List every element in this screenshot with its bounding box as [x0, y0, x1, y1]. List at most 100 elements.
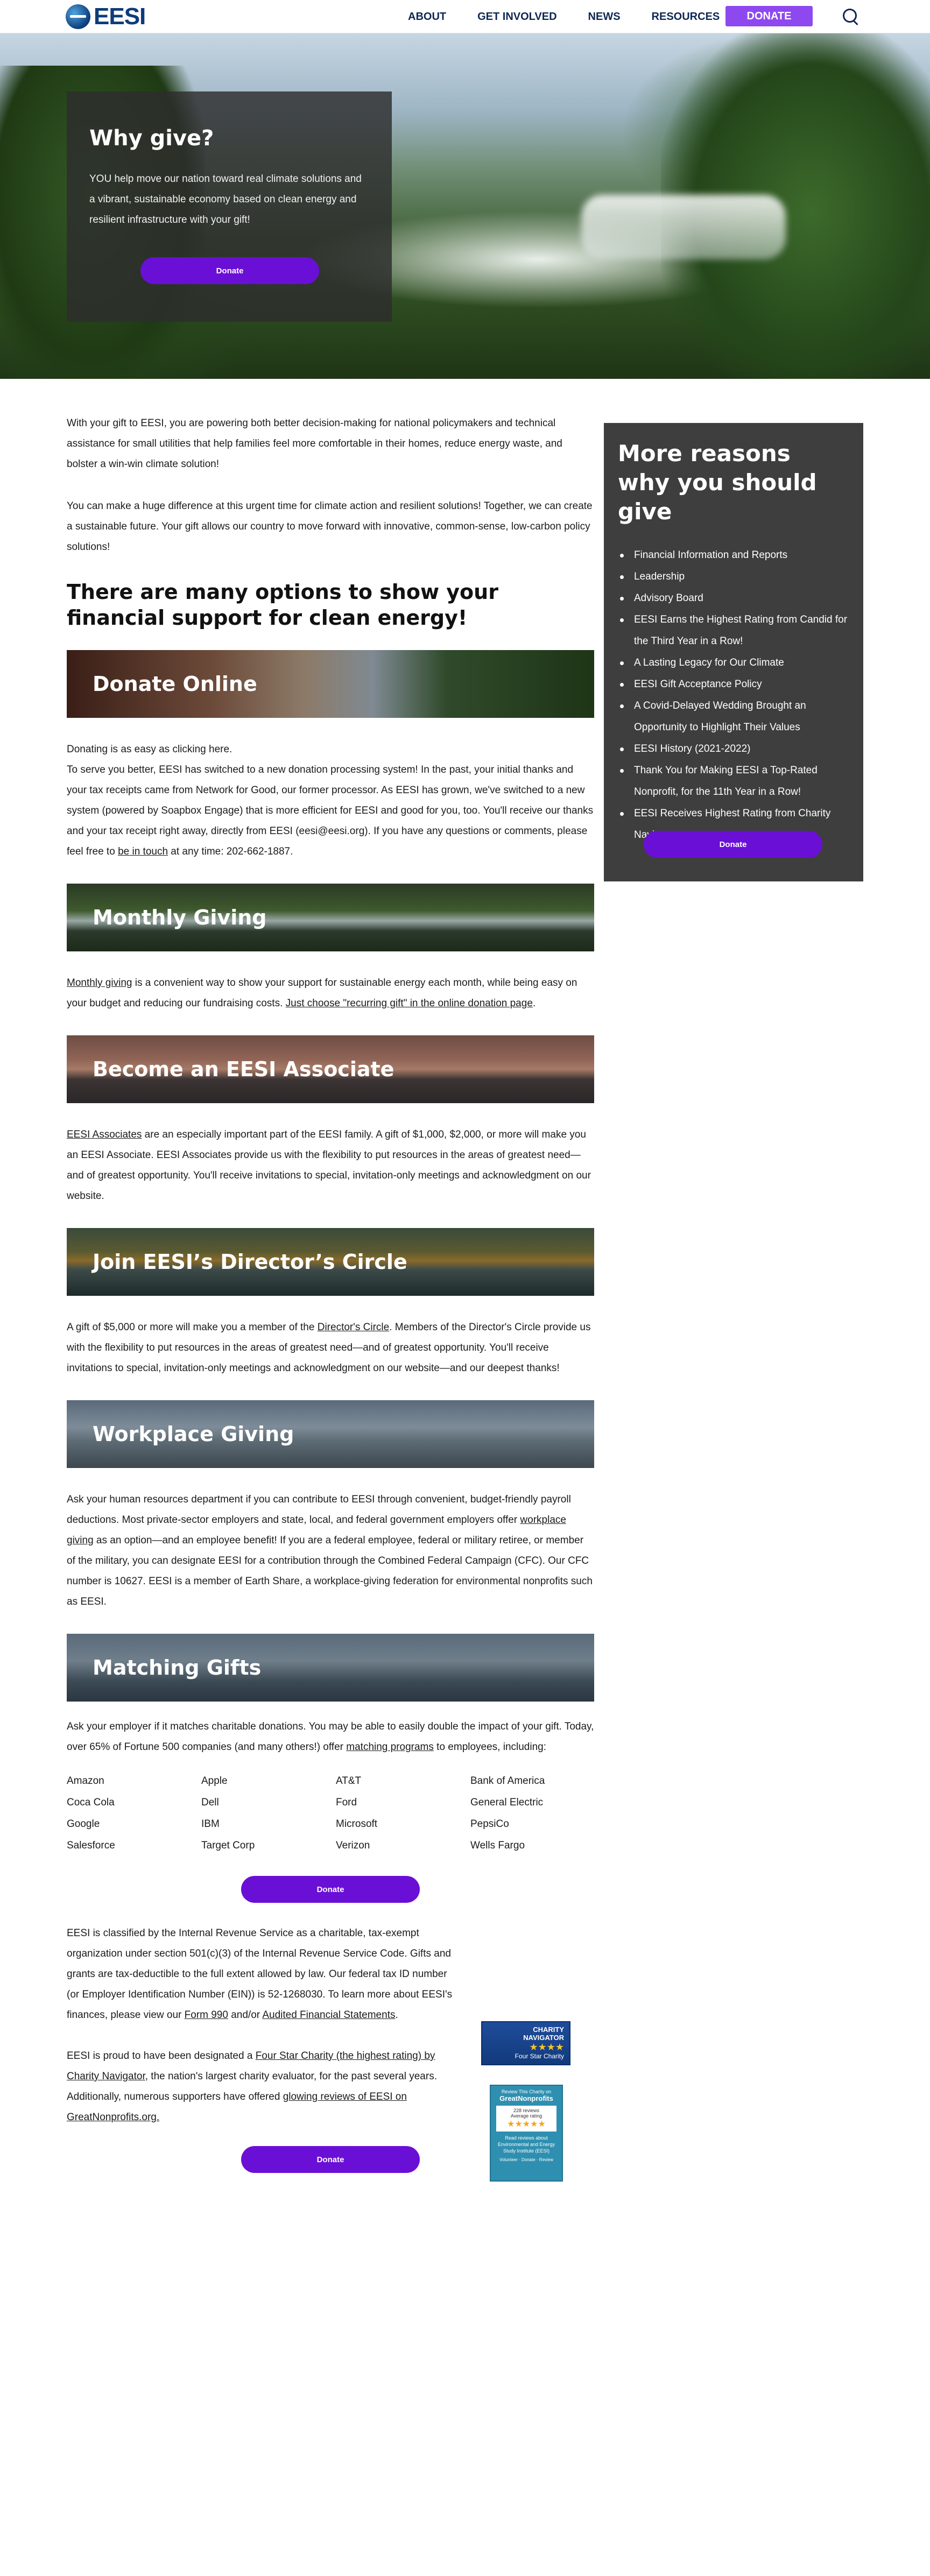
directors-circle-banner: Join EESI’s Director’s Circle: [67, 1228, 594, 1296]
nav-news[interactable]: NEWS: [588, 11, 621, 23]
company-name: Google: [67, 1818, 100, 1830]
main-content: With your gift to EESI, you are powering…: [67, 413, 594, 2173]
sidebar-links: Financial Information and Reports Leader…: [618, 545, 849, 846]
directors-circle-text: A gift of $5,000 or more will make you a…: [67, 1317, 594, 1379]
matching-gifts-title: Matching Gifts: [93, 1656, 262, 1679]
recurring-gift-link[interactable]: Just choose "recurring gift" in the onli…: [286, 998, 533, 1009]
donate-online-lead: Donating is as easy as clicking here.: [67, 744, 232, 755]
site-header: EESI ABOUT GET INVOLVED NEWS RESOURCES D…: [0, 0, 930, 33]
irs-end: .: [395, 2009, 398, 2021]
sidebar-link[interactable]: Thank You for Making EESI a Top-Rated No…: [618, 760, 849, 803]
sidebar-link[interactable]: EESI History (2021-2022): [618, 738, 849, 760]
associate-banner: Become an EESI Associate: [67, 1035, 594, 1103]
matching-programs-link[interactable]: matching programs: [346, 1741, 434, 1753]
associate-text: EESI Associates are an especially import…: [67, 1125, 594, 1206]
nav-about[interactable]: ABOUT: [408, 11, 446, 23]
sidebar-link[interactable]: Advisory Board: [618, 588, 849, 609]
company-name: AT&T: [336, 1775, 362, 1787]
company-name: Verizon: [336, 1840, 370, 1851]
company-name: Salesforce: [67, 1840, 115, 1851]
monthly-giving-link[interactable]: Monthly giving: [67, 977, 132, 989]
cn-stars: ★★★★: [529, 2042, 564, 2052]
gn-rating-box: 228 reviews Average rating ★★★★★: [496, 2106, 556, 2132]
cn-badge-line3: Four Star Charity: [515, 2052, 564, 2060]
matching-gifts-banner: Matching Gifts: [67, 1634, 594, 1702]
cn-badge-line2: NAVIGATOR: [523, 2034, 564, 2042]
irs-mid: and/or: [228, 2009, 263, 2021]
donate-online-banner: Donate Online: [67, 650, 594, 718]
gn-badge-line4: Average rating: [510, 2113, 542, 2119]
hero-card: Why give? YOU help move our nation towar…: [67, 91, 392, 322]
directors-circle-title: Join EESI’s Director’s Circle: [93, 1250, 407, 1274]
irs-text: EESI is classified by the Internal Reven…: [67, 1923, 454, 2025]
workplace-giving-lead: Ask your human resources department if y…: [67, 1494, 571, 1526]
sidebar-link[interactable]: A Covid-Delayed Wedding Brought an Oppor…: [618, 695, 849, 738]
form-990-link[interactable]: Form 990: [185, 2009, 228, 2021]
company-name: Dell: [201, 1797, 219, 1808]
monthly-giving-text: Monthly giving is a convenient way to sh…: [67, 973, 594, 1014]
company-list: Amazon Apple AT&T Bank of America Coca C…: [67, 1770, 594, 1857]
rating-text: EESI is proud to have been designated a …: [67, 2046, 454, 2128]
audited-statements-link[interactable]: Audited Financial Statements: [262, 2009, 395, 2021]
company-name: Coca Cola: [67, 1797, 115, 1808]
charity-navigator-badge[interactable]: CHARITY NAVIGATOR ★★★★ Four Star Charity: [481, 2021, 570, 2065]
sidebar-donate-button[interactable]: Donate: [644, 831, 822, 858]
be-in-touch-link[interactable]: be in touch: [118, 846, 168, 857]
gn-badge-line3: 228 reviews: [513, 2108, 540, 2113]
workplace-giving-text: Ask your human resources department if y…: [67, 1490, 594, 1612]
reasons-sidebar: More reasons why you should give Financi…: [604, 423, 863, 881]
workplace-giving-body: as an option—and an employee benefit! If…: [67, 1535, 593, 1607]
company-name: Target Corp: [201, 1840, 255, 1851]
donate-online-phone: at any time: 202-662-1887.: [168, 846, 293, 857]
options-heading: There are many options to show your fina…: [67, 580, 498, 630]
hero-banner: Why give? YOU help move our nation towar…: [0, 33, 930, 379]
nav-get-involved[interactable]: GET INVOLVED: [477, 11, 556, 23]
great-nonprofits-badge[interactable]: Review This Charity on GreatNonprofits 2…: [490, 2085, 563, 2182]
company-name: IBM: [201, 1818, 220, 1830]
sidebar-link[interactable]: Financial Information and Reports: [618, 545, 849, 566]
monthly-giving-end: .: [532, 998, 536, 1009]
search-icon[interactable]: [842, 8, 860, 26]
directors-circle-lead: A gift of $5,000 or more will make you a…: [67, 1322, 318, 1333]
gn-badge-line2: GreatNonprofits: [499, 2094, 553, 2102]
workplace-giving-title: Workplace Giving: [93, 1422, 294, 1446]
workplace-giving-banner: Workplace Giving: [67, 1400, 594, 1468]
gn-badge-line6: Volunteer · Donate · Review: [499, 2157, 554, 2162]
rating-lead: EESI is proud to have been designated a: [67, 2050, 256, 2062]
globe-logo-icon: [66, 4, 90, 29]
company-name: Ford: [336, 1797, 357, 1808]
gn-stars: ★★★★★: [507, 2120, 546, 2129]
company-name: General Electric: [470, 1797, 544, 1808]
footer-donate-button[interactable]: Donate: [241, 2146, 420, 2173]
gn-badge-line1: Review This Charity on: [501, 2089, 552, 2094]
donate-online-title: Donate Online: [93, 672, 257, 696]
sidebar-link[interactable]: A Lasting Legacy for Our Climate: [618, 652, 849, 674]
monthly-giving-title: Monthly Giving: [93, 906, 267, 929]
sidebar-link[interactable]: Leadership: [618, 566, 849, 588]
intro-paragraph-2: You can make a huge difference at this u…: [67, 500, 593, 553]
sidebar-link[interactable]: EESI Gift Acceptance Policy: [618, 674, 849, 695]
sidebar-link[interactable]: EESI Earns the Highest Rating from Candi…: [618, 609, 849, 652]
sidebar-title: More reasons why you should give: [618, 440, 817, 525]
main-nav: ABOUT GET INVOLVED NEWS RESOURCES: [408, 0, 751, 33]
matching-donate-button[interactable]: Donate: [241, 1876, 420, 1903]
associate-body: are an especially important part of the …: [67, 1129, 591, 1202]
matching-gifts-body: to employees, including:: [433, 1741, 547, 1753]
eesi-logo[interactable]: EESI: [66, 3, 146, 30]
directors-circle-link[interactable]: Director's Circle: [318, 1322, 389, 1333]
company-name: Amazon: [67, 1775, 104, 1787]
irs-body: EESI is classified by the Internal Reven…: [67, 1928, 453, 2021]
eesi-associates-link[interactable]: EESI Associates: [67, 1129, 142, 1140]
logo-text: EESI: [94, 3, 146, 30]
nav-resources[interactable]: RESOURCES: [652, 11, 720, 23]
gn-badge-line5: Read reviews about Environmental and Ene…: [497, 2135, 555, 2154]
company-name: PepsiCo: [470, 1818, 509, 1830]
hero-donate-button[interactable]: Donate: [140, 257, 319, 284]
monthly-giving-banner: Monthly Giving: [67, 884, 594, 951]
hero-text: YOU help move our nation toward real cli…: [89, 173, 362, 225]
company-name: Bank of America: [470, 1775, 545, 1787]
company-name: Microsoft: [336, 1818, 378, 1830]
intro-paragraph-1: With your gift to EESI, you are powering…: [67, 418, 562, 470]
nav-donate-button[interactable]: DONATE: [725, 6, 813, 26]
donate-online-text: To serve you better, EESI has switched t…: [67, 760, 594, 862]
